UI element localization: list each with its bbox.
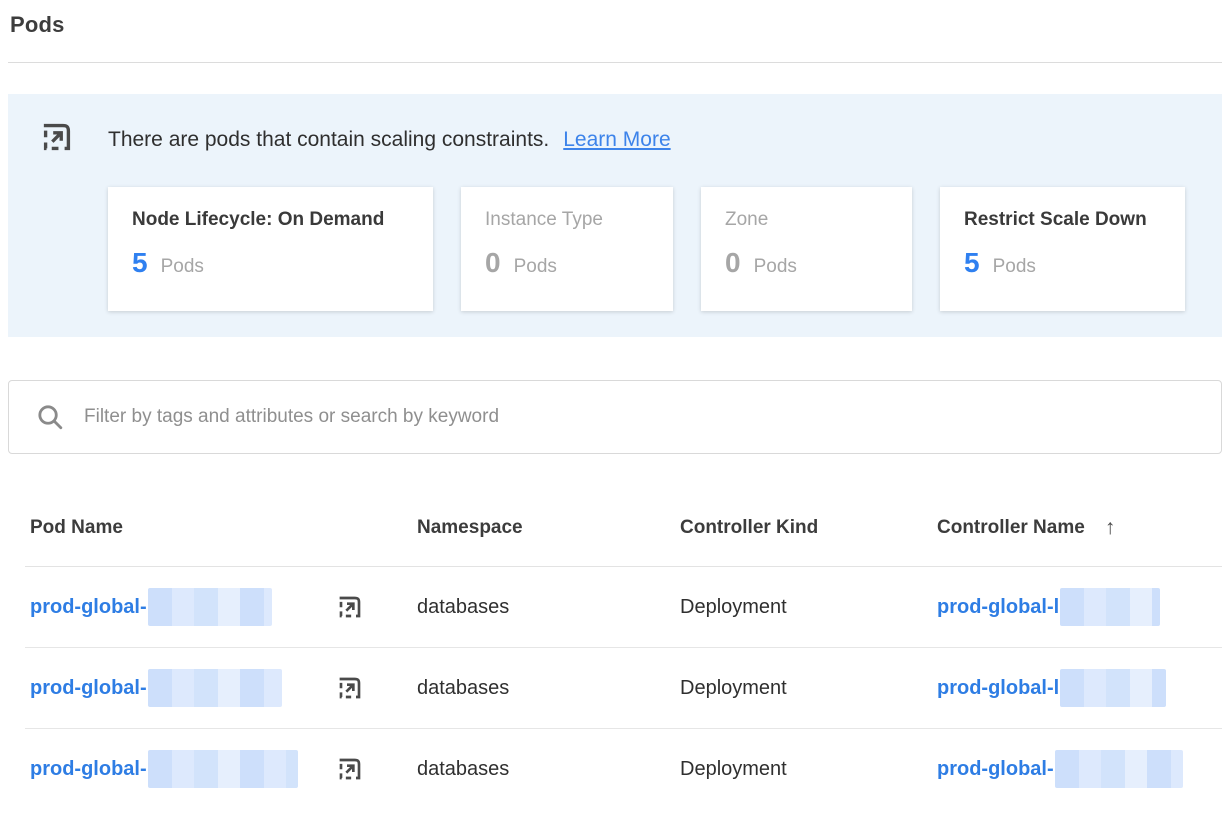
scale-up-icon[interactable] bbox=[335, 673, 365, 703]
card-node-lifecycle[interactable]: Node Lifecycle: On Demand 5 Pods bbox=[108, 187, 433, 311]
card-unit: Pods bbox=[993, 256, 1036, 278]
redacted-pod-name bbox=[148, 588, 272, 626]
namespace-cell: databases bbox=[417, 677, 680, 700]
card-count: 0 bbox=[725, 247, 741, 279]
controller-kind-cell: Deployment bbox=[680, 758, 937, 781]
learn-more-link[interactable]: Learn More bbox=[563, 128, 670, 152]
scale-up-icon[interactable] bbox=[335, 754, 365, 784]
card-count: 0 bbox=[485, 247, 501, 279]
search-icon bbox=[37, 404, 64, 431]
card-title: Zone bbox=[725, 209, 888, 231]
column-header-controller-name[interactable]: Controller Name ↑ bbox=[937, 516, 1222, 540]
table-header: Pod Name Namespace Controller Kind Contr… bbox=[25, 500, 1222, 567]
card-zone[interactable]: Zone 0 Pods bbox=[701, 187, 912, 311]
pod-name-link[interactable]: prod-global- bbox=[30, 758, 147, 781]
table-row: prod-global- databases Deployment prod-g… bbox=[25, 648, 1222, 729]
constraint-cards: Node Lifecycle: On Demand 5 Pods Instanc… bbox=[108, 187, 1222, 311]
pod-name-cell: prod-global- bbox=[30, 729, 417, 809]
controller-name-link[interactable]: prod-global- bbox=[937, 758, 1054, 781]
filter-input[interactable] bbox=[82, 405, 1221, 429]
redacted-controller-name bbox=[1060, 669, 1166, 707]
sort-ascending-icon: ↑ bbox=[1105, 516, 1116, 540]
scale-up-icon bbox=[38, 118, 76, 161]
controller-name-cell: prod-global- bbox=[937, 750, 1222, 788]
namespace-cell: databases bbox=[417, 758, 680, 781]
scaling-constraints-banner: There are pods that contain scaling cons… bbox=[8, 94, 1222, 337]
card-title: Restrict Scale Down bbox=[964, 209, 1161, 231]
page-title: Pods bbox=[10, 12, 1222, 38]
scale-up-icon[interactable] bbox=[335, 592, 365, 622]
controller-kind-cell: Deployment bbox=[680, 677, 937, 700]
card-instance-type[interactable]: Instance Type 0 Pods bbox=[461, 187, 673, 311]
card-count: 5 bbox=[132, 247, 148, 279]
redacted-pod-name bbox=[148, 669, 282, 707]
redacted-pod-name bbox=[148, 750, 298, 788]
title-divider bbox=[8, 62, 1222, 63]
filter-bar bbox=[8, 380, 1222, 454]
controller-name-cell: prod-global-l bbox=[937, 669, 1222, 707]
controller-name-link[interactable]: prod-global-l bbox=[937, 677, 1059, 700]
pods-page: Pods There are pods that contain scaling… bbox=[0, 12, 1222, 809]
card-unit: Pods bbox=[514, 256, 557, 278]
banner-message: There are pods that contain scaling cons… bbox=[108, 128, 549, 152]
controller-kind-cell: Deployment bbox=[680, 596, 937, 619]
controller-name-cell: prod-global-l bbox=[937, 588, 1222, 626]
pod-name-cell: prod-global- bbox=[30, 648, 417, 728]
namespace-cell: databases bbox=[417, 596, 680, 619]
pods-table: Pod Name Namespace Controller Kind Contr… bbox=[25, 500, 1222, 809]
column-header-pod-name[interactable]: Pod Name bbox=[30, 517, 417, 539]
card-unit: Pods bbox=[754, 256, 797, 278]
card-restrict-scale-down[interactable]: Restrict Scale Down 5 Pods bbox=[940, 187, 1185, 311]
pod-name-cell: prod-global- bbox=[30, 567, 417, 647]
card-title: Instance Type bbox=[485, 209, 649, 231]
table-row: prod-global- databases Deployment prod-g… bbox=[25, 729, 1222, 809]
column-header-controller-kind[interactable]: Controller Kind bbox=[680, 517, 937, 539]
card-title: Node Lifecycle: On Demand bbox=[132, 209, 409, 231]
pod-name-link[interactable]: prod-global- bbox=[30, 596, 147, 619]
controller-name-link[interactable]: prod-global-l bbox=[937, 596, 1059, 619]
card-unit: Pods bbox=[161, 256, 204, 278]
redacted-controller-name bbox=[1055, 750, 1183, 788]
card-count: 5 bbox=[964, 247, 980, 279]
redacted-controller-name bbox=[1060, 588, 1160, 626]
pod-name-link[interactable]: prod-global- bbox=[30, 677, 147, 700]
column-header-namespace[interactable]: Namespace bbox=[417, 517, 680, 539]
table-row: prod-global- databases Deployment prod-g… bbox=[25, 567, 1222, 648]
